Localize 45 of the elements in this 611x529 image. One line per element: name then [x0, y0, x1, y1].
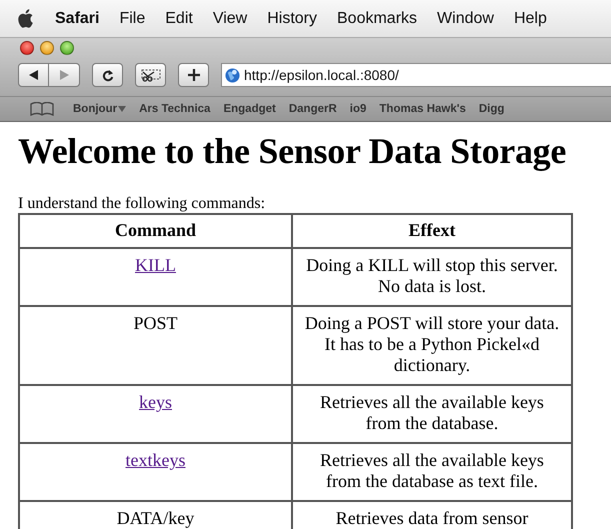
bookmark-link[interactable]: Digg: [478, 103, 504, 115]
menu-item[interactable]: Safari: [55, 10, 100, 28]
dropdown-caret-icon: [118, 106, 126, 112]
close-button[interactable]: [20, 41, 34, 55]
zoom-button[interactable]: [60, 41, 74, 55]
menu-item[interactable]: Edit: [165, 10, 193, 28]
bookmark-link[interactable]: Bonjour: [73, 103, 126, 115]
scissors-icon: [140, 68, 160, 82]
bookmark-link[interactable]: Thomas Hawk's: [379, 103, 466, 115]
menu-item[interactable]: Help: [514, 10, 547, 28]
table-cell: Doing a POST will store your data. It has to be a Python Pickel«d dictionary.: [292, 306, 572, 385]
menu-item[interactable]: Bookmarks: [337, 10, 418, 28]
back-button[interactable]: [18, 63, 49, 87]
table-cell: Retrieves all the available keys from the database as text file.: [292, 443, 572, 501]
command-link[interactable]: keys: [139, 392, 172, 412]
column-header: Command: [19, 214, 292, 248]
add-bookmark-button[interactable]: [178, 63, 209, 87]
globe-icon: [225, 68, 240, 82]
snippet-button[interactable]: [135, 63, 166, 87]
menu-item[interactable]: View: [212, 10, 248, 28]
page-heading: Welcome to the Sensor Data Storage: [18, 130, 568, 172]
bookmark-link[interactable]: DangerR: [288, 103, 337, 115]
command-name: DATA/key: [116, 508, 194, 528]
forward-button[interactable]: [49, 63, 80, 87]
table-cell: Retrieves all the available keys from the database.: [292, 385, 572, 443]
menu-item[interactable]: Window: [437, 10, 494, 28]
command-link[interactable]: textkeys: [126, 450, 186, 470]
command-name: POST: [133, 313, 178, 333]
menu-item[interactable]: History: [267, 10, 317, 28]
bookmark-link[interactable]: Ars Technica: [139, 103, 210, 115]
reload-icon: [102, 68, 114, 82]
table-cell: Doing a KILL will stop this server. No data is lost.: [292, 248, 572, 306]
address-field[interactable]: http://epsilon.local.:8080/: [221, 63, 611, 87]
plus-icon: [188, 69, 200, 81]
bookmark-link[interactable]: Engadget: [223, 103, 276, 115]
reload-button[interactable]: [92, 63, 123, 87]
minimize-button[interactable]: [40, 41, 54, 55]
left-triangle-icon: [29, 70, 38, 80]
column-header: Effext: [292, 214, 572, 248]
menu-item[interactable]: File: [119, 10, 146, 28]
intro-text: I understand the following commands:: [18, 194, 266, 213]
command-link[interactable]: KILL: [135, 255, 176, 275]
book-icon[interactable]: [30, 102, 54, 116]
right-triangle-icon: [60, 70, 68, 80]
bookmark-link[interactable]: io9: [350, 103, 366, 115]
